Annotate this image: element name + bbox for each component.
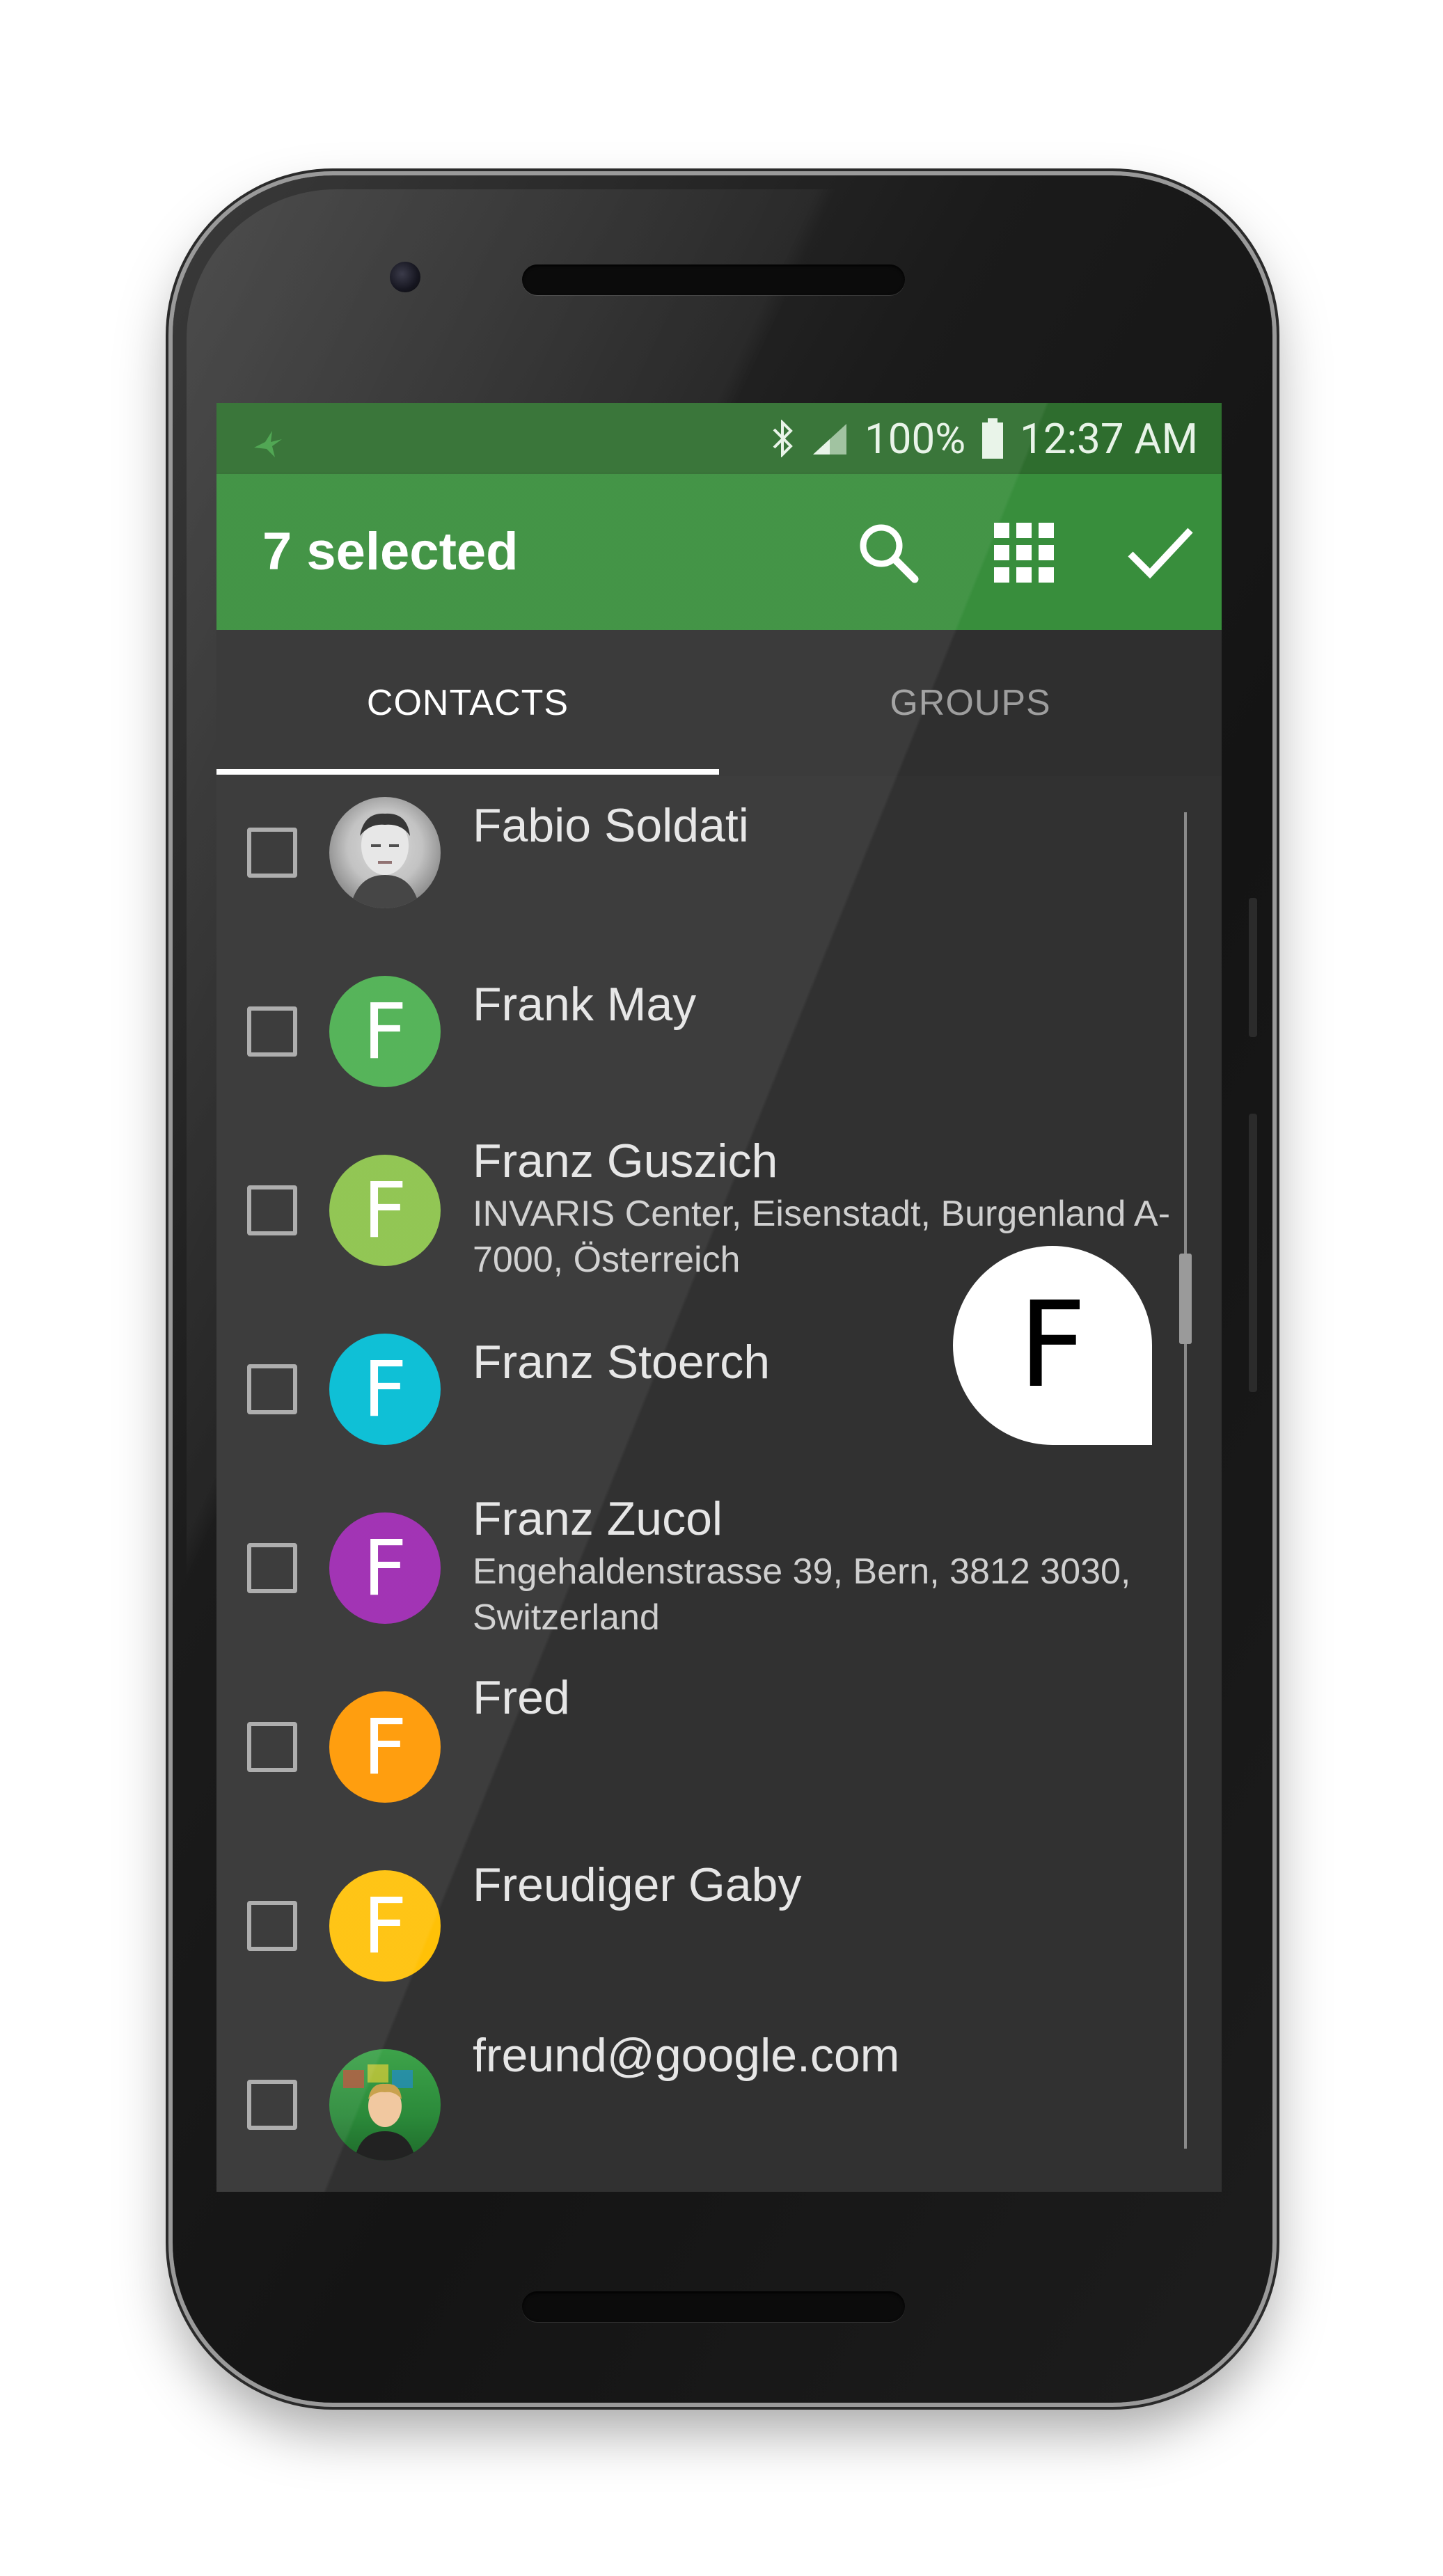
bluetooth-icon — [771, 420, 795, 457]
fast-scroll-letter-bubble: F — [953, 1246, 1152, 1445]
contact-row[interactable]: F Fred — [216, 1670, 1222, 1850]
select-all-button[interactable] — [986, 514, 1062, 591]
contact-checkbox[interactable] — [247, 1901, 297, 1951]
person-photo-icon — [343, 2064, 416, 2160]
contact-address: Engehaldenstrasse 39, Bern, 3812 3030, S… — [473, 1551, 1131, 1638]
contact-row[interactable]: F Frank May — [216, 955, 1222, 1135]
contact-letter-avatar: F — [329, 1155, 441, 1266]
contact-row[interactable]: freund@google.com — [216, 2028, 1222, 2192]
contact-name: Franz Stoerch — [473, 1336, 771, 1389]
person-photo-icon — [350, 813, 420, 908]
check-icon — [1128, 528, 1193, 579]
contact-checkbox[interactable] — [247, 828, 297, 878]
status-bar: 100% 12:37 AM — [216, 403, 1222, 474]
contact-letter-avatar: F — [329, 1334, 441, 1445]
scrollbar-thumb[interactable] — [1179, 1254, 1192, 1344]
contact-name: Freudiger Gaby — [473, 1858, 802, 1911]
status-icons: 100% 12:37 AM — [771, 403, 1198, 474]
contact-letter-avatar: F — [329, 1512, 441, 1624]
contact-letter-avatar: F — [329, 1691, 441, 1803]
grid-icon — [994, 523, 1054, 583]
clock: 12:37 AM — [1020, 413, 1198, 464]
contact-name: Fabio Soldati — [473, 799, 749, 852]
contact-checkbox[interactable] — [247, 1543, 297, 1593]
contact-checkbox[interactable] — [247, 2080, 297, 2130]
search-icon — [860, 524, 919, 583]
screen: 100% 12:37 AM 7 selected CONTACTS GROUPS… — [216, 403, 1222, 2192]
front-camera — [390, 262, 420, 292]
contact-name: freund@google.com — [473, 2029, 900, 2082]
power-button — [1249, 898, 1257, 1037]
tab-groups[interactable]: GROUPS — [719, 630, 1222, 776]
tab-contacts[interactable]: CONTACTS — [216, 630, 719, 776]
contact-letter-avatar: F — [329, 976, 441, 1087]
contact-letter-avatar: F — [329, 1870, 441, 1982]
contact-photo-avatar — [329, 797, 441, 908]
tab-indicator — [216, 769, 719, 775]
action-bar: 7 selected — [216, 474, 1222, 630]
hummingbird-icon — [254, 431, 282, 457]
contact-photo-avatar — [329, 2049, 441, 2160]
contact-name: Fred — [473, 1671, 570, 1724]
scrollbar-track[interactable] — [1184, 812, 1187, 2149]
bottom-speaker — [522, 2291, 905, 2322]
signal-icon — [810, 421, 849, 456]
search-button[interactable] — [850, 514, 926, 591]
contact-row[interactable]: Fabio Soldati — [216, 776, 1222, 956]
battery-percent: 100% — [865, 413, 966, 464]
contact-checkbox[interactable] — [247, 1364, 297, 1414]
contact-name: Franz Zucol — [473, 1492, 723, 1545]
contact-row[interactable]: F Franz Zucol Engehaldenstrasse 39, Bern… — [216, 1492, 1222, 1671]
confirm-button[interactable] — [1121, 514, 1198, 591]
volume-button — [1249, 1114, 1257, 1392]
contact-list: Fabio Soldati F Frank May F Franz Guszic… — [216, 776, 1222, 2192]
battery-icon — [981, 418, 1004, 459]
selection-count-title: 7 selected — [262, 522, 519, 581]
contact-name: Frank May — [473, 978, 697, 1031]
contact-checkbox[interactable] — [247, 1722, 297, 1772]
contact-checkbox[interactable] — [247, 1006, 297, 1057]
tab-bar: CONTACTS GROUPS — [216, 630, 1222, 776]
top-speaker — [522, 264, 905, 295]
contact-checkbox[interactable] — [247, 1185, 297, 1235]
contact-name: Franz Guszich — [473, 1135, 778, 1187]
contact-row[interactable]: F Freudiger Gaby — [216, 1849, 1222, 2029]
